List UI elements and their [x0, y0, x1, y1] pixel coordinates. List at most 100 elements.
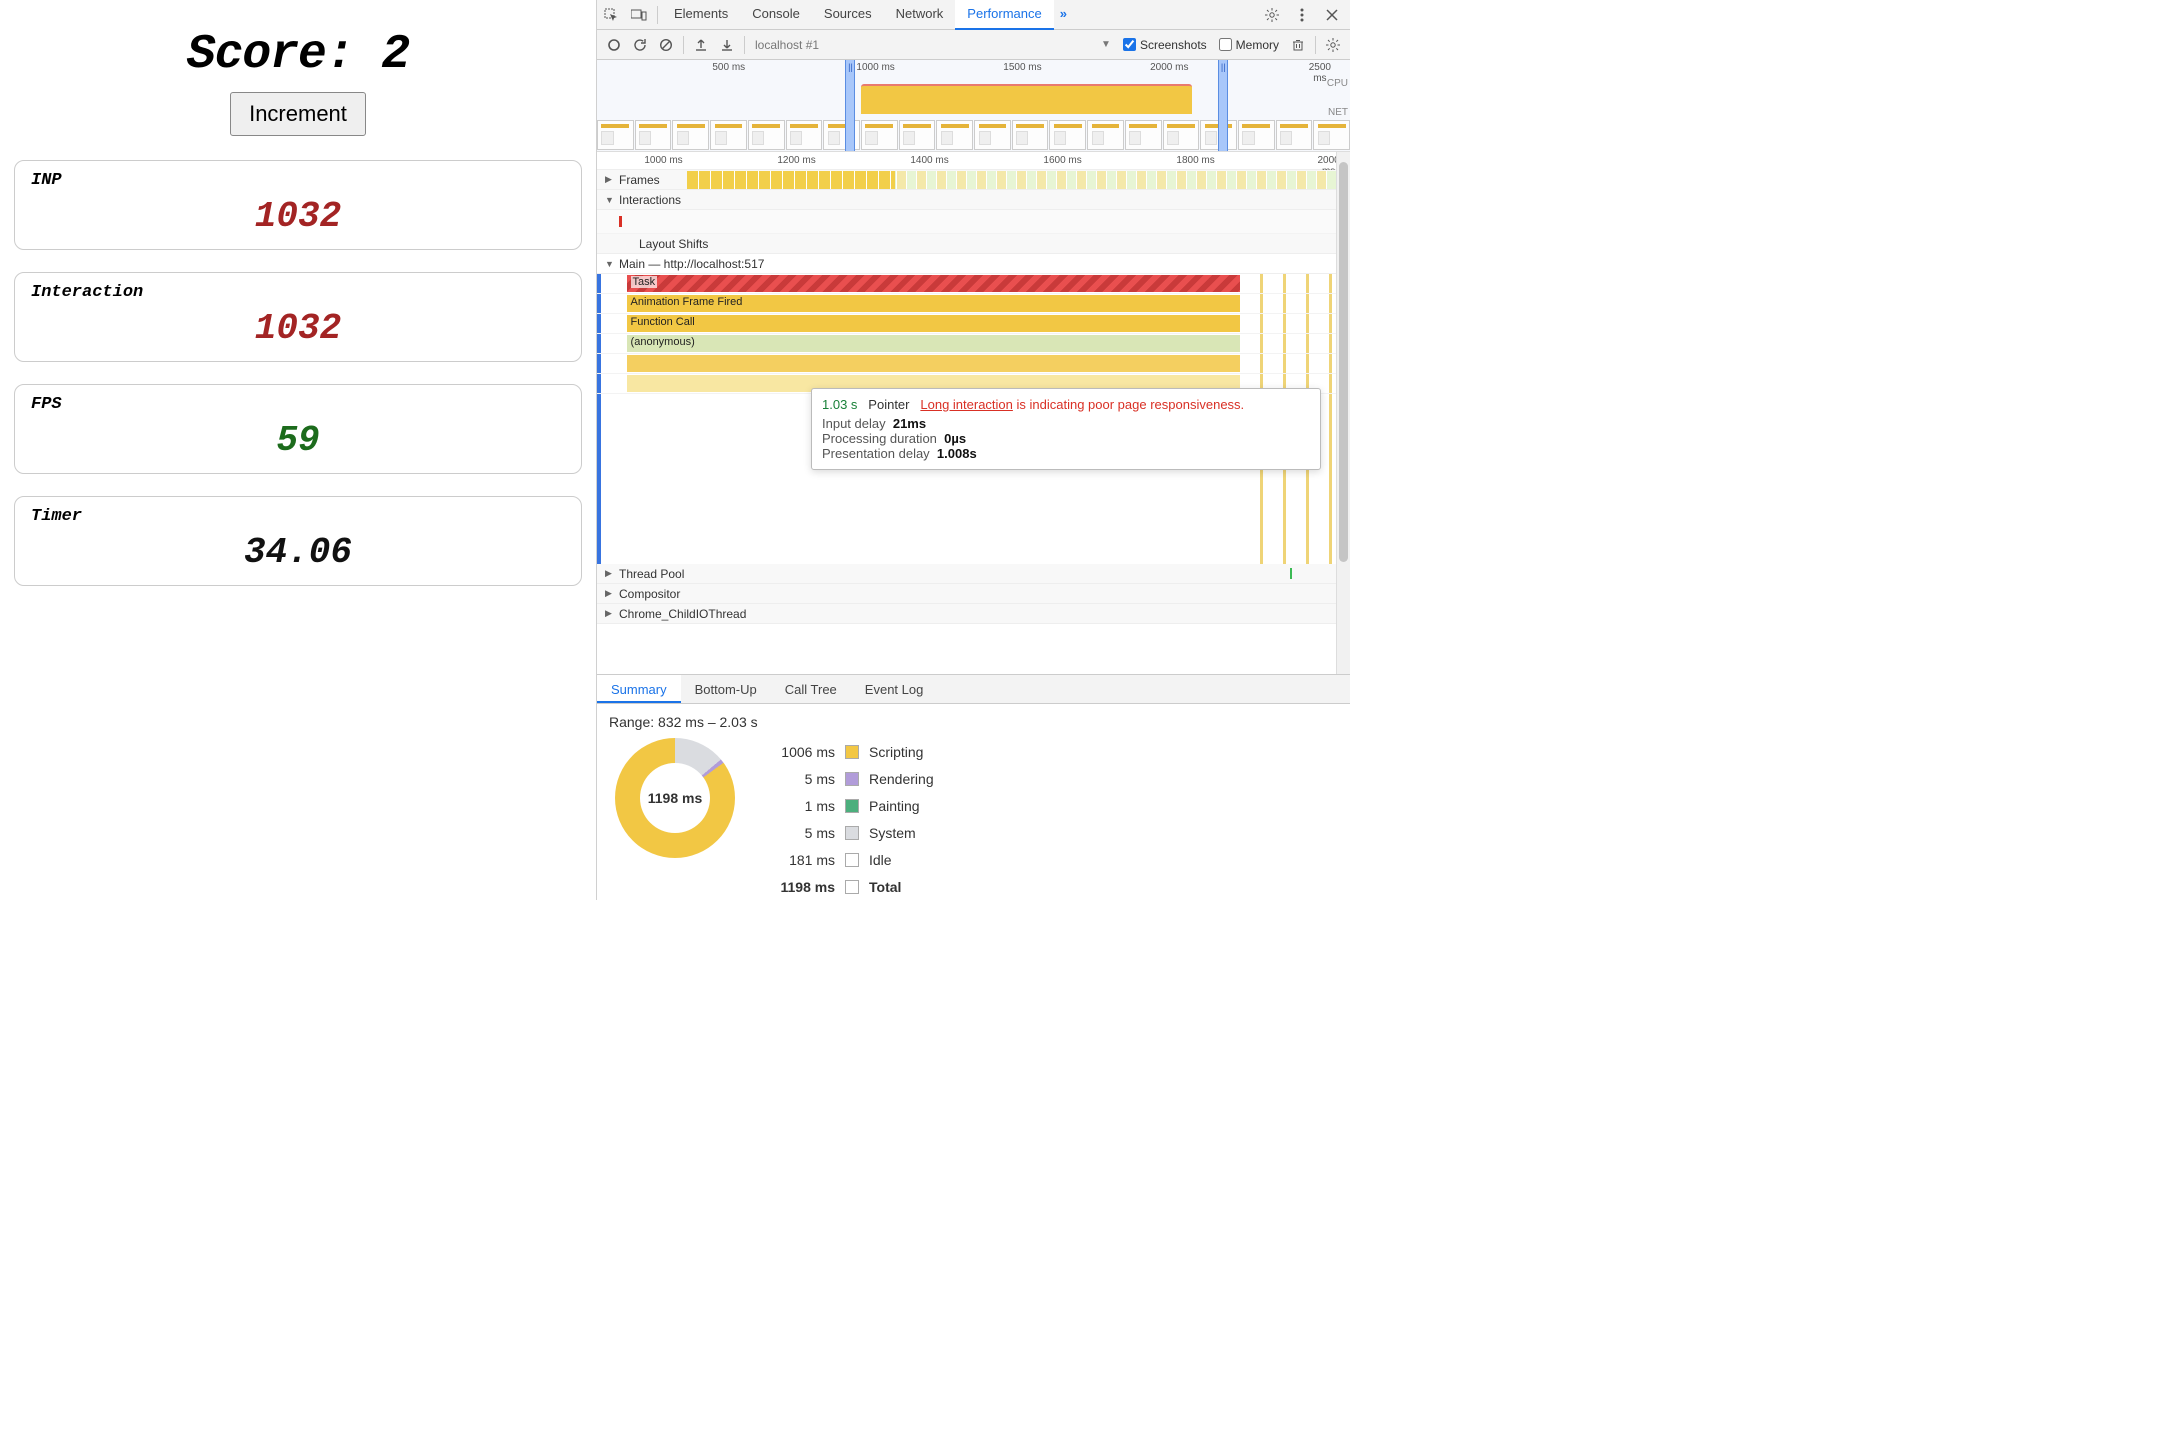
filmstrip-frame[interactable] — [1087, 120, 1124, 150]
filmstrip-frame[interactable] — [710, 120, 747, 150]
tooltip-long-interaction-link[interactable]: Long interaction — [920, 397, 1013, 412]
swatch-idle-icon — [845, 853, 859, 867]
summary-label: Total — [869, 879, 901, 895]
tab-summary[interactable]: Summary — [597, 675, 681, 703]
track-header-frames[interactable]: ▶ Frames — [597, 170, 1336, 190]
filmstrip-frame[interactable] — [635, 120, 672, 150]
flame-tick: 1400 ms — [910, 155, 948, 166]
clear-icon[interactable] — [653, 32, 679, 58]
chevron-down-icon: ▼ — [1101, 39, 1111, 50]
summary-label: Rendering — [869, 771, 934, 787]
filmstrip-frame[interactable] — [1276, 120, 1313, 150]
filmstrip-frame[interactable] — [1313, 120, 1350, 150]
device-toggle-icon[interactable] — [625, 0, 653, 30]
divider — [683, 36, 684, 54]
track-header-layout-shifts[interactable]: Layout Shifts — [597, 234, 1336, 254]
filmstrip-frame[interactable] — [899, 120, 936, 150]
tooltip-row: Processing duration 0µs — [822, 431, 1310, 446]
scrollbar-thumb[interactable] — [1339, 162, 1348, 562]
card-interaction-value: 1032 — [31, 308, 565, 349]
tab-bottom-up[interactable]: Bottom-Up — [681, 675, 771, 703]
interactions-lane — [597, 210, 1336, 234]
summary-ms: 1006 ms — [761, 744, 835, 760]
tab-network[interactable]: Network — [884, 0, 956, 30]
swatch-system-icon — [845, 826, 859, 840]
flame-chart[interactable]: 1000 ms 1200 ms 1400 ms 1600 ms 1800 ms … — [597, 152, 1336, 674]
gear-icon[interactable] — [1258, 0, 1286, 30]
tab-elements[interactable]: Elements — [662, 0, 740, 30]
flame-task[interactable]: Task — [627, 275, 1240, 292]
filmstrip-frame[interactable] — [861, 120, 898, 150]
flame-slice[interactable] — [627, 355, 1240, 372]
garbage-collect-icon[interactable] — [1285, 32, 1311, 58]
flame-tick: 1200 ms — [777, 155, 815, 166]
card-interaction-label: Interaction — [31, 283, 565, 302]
card-inp: INP 1032 — [14, 160, 582, 250]
filmstrip — [597, 118, 1350, 152]
overview-range-handle-right[interactable]: || — [1218, 60, 1228, 151]
track-header-interactions[interactable]: ▼ ✎ Interactions — [597, 190, 1336, 210]
gear-icon[interactable] — [1320, 32, 1346, 58]
tab-console[interactable]: Console — [740, 0, 812, 30]
chevron-right-icon: ▶ — [605, 608, 612, 619]
screenshots-checkbox[interactable]: Screenshots — [1117, 38, 1213, 52]
chevron-right-icon: ▶ — [605, 174, 612, 185]
recording-select[interactable]: localhost #1 ▼ — [749, 38, 1117, 52]
tab-sources[interactable]: Sources — [812, 0, 884, 30]
increment-wrap: Increment — [14, 92, 582, 136]
filmstrip-frame[interactable] — [1163, 120, 1200, 150]
flame-anonymous[interactable]: (anonymous) — [627, 335, 1240, 352]
summary-row-painting: 1 ms Painting — [761, 792, 934, 819]
upload-icon[interactable] — [688, 32, 714, 58]
track-header-child-io[interactable]: ▶ Chrome_ChildIOThread — [597, 604, 1336, 624]
kebab-menu-icon[interactable] — [1288, 0, 1316, 30]
track-header-thread-pool[interactable]: ▶ Thread Pool — [597, 564, 1336, 584]
reload-icon[interactable] — [627, 32, 653, 58]
interaction-tooltip: 1.03 s Pointer Long interaction is indic… — [811, 388, 1321, 470]
increment-button[interactable]: Increment — [230, 92, 366, 136]
screenshots-checkbox-label: Screenshots — [1140, 38, 1207, 52]
tab-event-log[interactable]: Event Log — [851, 675, 938, 703]
filmstrip-frame[interactable] — [1049, 120, 1086, 150]
download-icon[interactable] — [714, 32, 740, 58]
memory-checkbox[interactable]: Memory — [1213, 38, 1285, 52]
overview-tick: 1500 ms — [1003, 62, 1041, 73]
overview-ruler: 500 ms 1000 ms 1500 ms 2000 ms 2500 ms — [597, 60, 1350, 78]
flame-scrollbar[interactable] — [1336, 152, 1350, 674]
filmstrip-frame[interactable] — [1238, 120, 1275, 150]
inspect-element-icon[interactable] — [597, 0, 625, 30]
track-header-compositor[interactable]: ▶ Compositor — [597, 584, 1336, 604]
divider — [1315, 36, 1316, 54]
swatch-painting-icon — [845, 799, 859, 813]
track-label-main: Main — http://localhost:517 — [619, 257, 764, 271]
tab-performance[interactable]: Performance — [955, 0, 1053, 30]
tabs-overflow-icon[interactable]: » — [1054, 0, 1073, 30]
flame-task-label: Task — [631, 276, 658, 288]
tooltip-row: Presentation delay 1.008s — [822, 446, 1310, 461]
track-header-main[interactable]: ▼ Main — http://localhost:517 — [597, 254, 1336, 274]
summary-row-rendering: 5 ms Rendering — [761, 765, 934, 792]
flame-animation-frame[interactable]: Animation Frame Fired — [627, 295, 1240, 312]
summary-ms: 1 ms — [761, 798, 835, 814]
tab-call-tree[interactable]: Call Tree — [771, 675, 851, 703]
filmstrip-frame[interactable] — [936, 120, 973, 150]
card-fps: FPS 59 — [14, 384, 582, 474]
flame-function-call[interactable]: Function Call — [627, 315, 1240, 332]
close-icon[interactable] — [1318, 0, 1346, 30]
filmstrip-frame[interactable] — [672, 120, 709, 150]
record-icon[interactable] — [601, 32, 627, 58]
summary-table: 1006 ms Scripting 5 ms Rendering 1 ms Pa… — [761, 738, 934, 900]
filmstrip-frame[interactable] — [597, 120, 634, 150]
summary-row-idle: 181 ms Idle — [761, 846, 934, 873]
overview-tick: 2000 ms — [1150, 62, 1188, 73]
overview-timeline[interactable]: 500 ms 1000 ms 1500 ms 2000 ms 2500 ms — [597, 60, 1350, 152]
interaction-marker[interactable] — [619, 216, 622, 227]
filmstrip-frame[interactable] — [1012, 120, 1049, 150]
filmstrip-frame[interactable] — [1125, 120, 1162, 150]
overview-lane-labels: CPU NET — [1327, 78, 1348, 118]
summary-label: System — [869, 825, 916, 841]
overview-range-handle-left[interactable]: || — [845, 60, 855, 151]
filmstrip-frame[interactable] — [748, 120, 785, 150]
filmstrip-frame[interactable] — [974, 120, 1011, 150]
filmstrip-frame[interactable] — [786, 120, 823, 150]
